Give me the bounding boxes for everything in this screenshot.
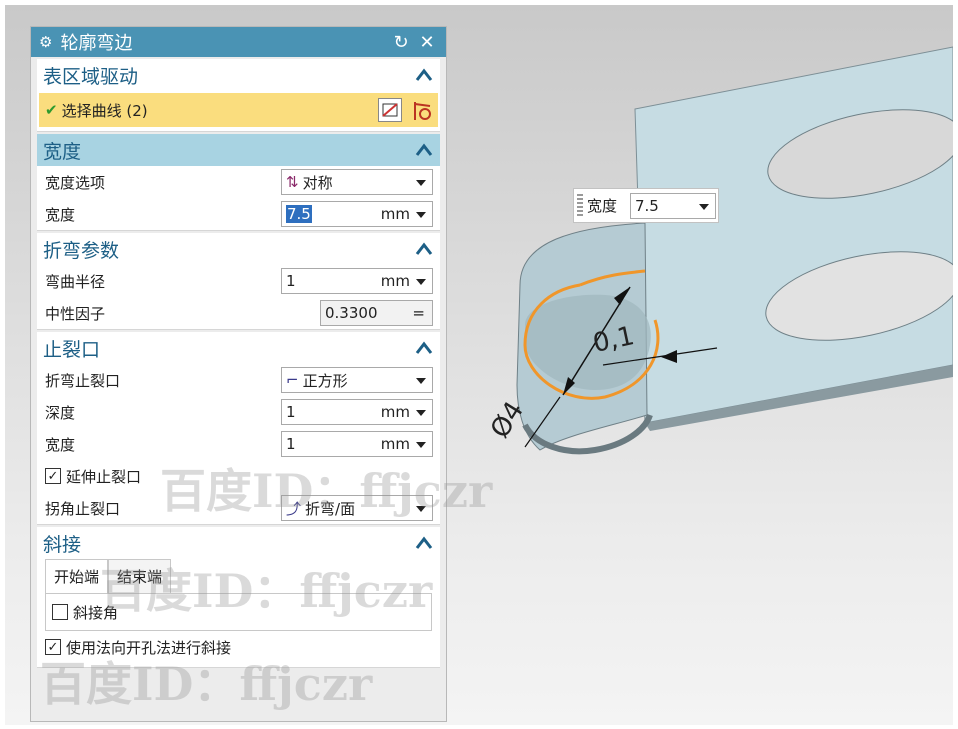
chevron-down-icon[interactable] <box>416 180 426 186</box>
section-width-title: 宽度 <box>43 140 82 163</box>
bend-relief-dropdown[interactable]: ⌐ 正方形 <box>281 367 433 393</box>
contour-flange-dialog: ⚙ 轮廓弯边 ↻ ✕ 表区域驱动 ✔ 选择曲线 (2) 宽度 宽度选项 ⇅ 对称… <box>30 26 447 722</box>
relief-width-unit: mm <box>380 435 410 453</box>
neutral-factor-input[interactable]: 0.3300 = <box>320 300 433 326</box>
section-relief: 止裂口 折弯止裂口 ⌐ 正方形 深度 1 mm 宽度 1 mm ✓ 延伸止裂口 … <box>37 332 440 525</box>
neutral-factor-label: 中性因子 <box>45 304 106 323</box>
collapse-icon[interactable] <box>414 67 434 83</box>
curve-icon[interactable] <box>410 98 434 122</box>
bend-relief-value: 正方形 <box>302 371 348 390</box>
section-miter-header[interactable]: 斜接 <box>37 527 440 559</box>
gear-icon[interactable]: ⚙ <box>39 33 52 51</box>
section-width-header[interactable]: 宽度 <box>37 134 440 166</box>
bend-radius-label: 弯曲半径 <box>45 272 106 291</box>
normal-cutout-checkbox[interactable]: ✓ <box>45 639 61 655</box>
corner-relief-dropdown[interactable]: ⤴ 折弯/面 <box>281 495 433 521</box>
collapse-icon[interactable] <box>414 340 434 356</box>
width-value-row: 宽度 7.5 mm <box>37 198 440 230</box>
tab-end[interactable]: 结束端 <box>108 559 172 593</box>
section-bend-header[interactable]: 折弯参数 <box>37 233 440 265</box>
symmetric-icon: ⇅ <box>286 173 299 191</box>
width-value: 7.5 <box>286 205 312 223</box>
relief-width-label: 宽度 <box>45 435 76 454</box>
relief-width-row: 宽度 1 mm <box>37 428 440 460</box>
width-input[interactable]: 7.5 mm <box>281 201 433 227</box>
collapse-icon[interactable] <box>414 241 434 257</box>
square-relief-icon: ⌐ <box>286 371 299 389</box>
collapse-icon[interactable] <box>414 142 434 158</box>
relief-depth-label: 深度 <box>45 403 76 422</box>
miter-tab-body: 斜接角 <box>45 593 432 631</box>
close-icon[interactable]: ✕ <box>416 32 438 53</box>
section-relief-title: 止裂口 <box>43 338 101 361</box>
neutral-factor-value: 0.3300 <box>325 304 378 322</box>
miter-angle-checkbox[interactable] <box>52 604 68 620</box>
select-curve-row[interactable]: ✔ 选择曲线 (2) <box>39 93 438 127</box>
section-bend: 折弯参数 弯曲半径 1 mm 中性因子 0.3300 = <box>37 233 440 330</box>
chevron-down-icon[interactable] <box>416 410 426 416</box>
bend-relief-label: 折弯止裂口 <box>45 371 121 390</box>
normal-cutout-label: 使用法向开孔法进行斜接 <box>66 638 232 657</box>
drag-grip-icon[interactable] <box>577 193 583 218</box>
relief-depth-input[interactable]: 1 mm <box>281 399 433 425</box>
corner-relief-row: 拐角止裂口 ⤴ 折弯/面 <box>37 492 440 524</box>
section-drive: 表区域驱动 ✔ 选择曲线 (2) <box>37 59 440 132</box>
equals-icon[interactable]: = <box>412 304 425 322</box>
section-drive-header[interactable]: 表区域驱动 <box>37 59 440 91</box>
section-drive-title: 表区域驱动 <box>43 65 139 88</box>
extend-relief-row[interactable]: ✓ 延伸止裂口 <box>37 460 440 492</box>
corner-relief-value: 折弯/面 <box>305 499 356 518</box>
reset-icon[interactable]: ↻ <box>390 32 412 53</box>
section-miter: 斜接 开始端 结束端 斜接角 ✓ 使用法向开孔法进行斜接 <box>37 527 440 668</box>
width-option-value: 对称 <box>302 173 333 192</box>
width-option-dropdown[interactable]: ⇅ 对称 <box>281 169 433 195</box>
relief-depth-row: 深度 1 mm <box>37 396 440 428</box>
floatbox-value: 7.5 <box>635 197 659 215</box>
bend-radius-input[interactable]: 1 mm <box>281 268 433 294</box>
neutral-factor-row: 中性因子 0.3300 = <box>37 297 440 329</box>
bend-radius-row: 弯曲半径 1 mm <box>37 265 440 297</box>
bend-radius-unit: mm <box>380 272 410 290</box>
chevron-down-icon[interactable] <box>699 204 709 210</box>
tab-start[interactable]: 开始端 <box>45 559 109 593</box>
section-bend-title: 折弯参数 <box>43 239 120 262</box>
extend-relief-checkbox[interactable]: ✓ <box>45 468 61 484</box>
relief-width-input[interactable]: 1 mm <box>281 431 433 457</box>
width-option-row: 宽度选项 ⇅ 对称 <box>37 166 440 198</box>
chevron-down-icon[interactable] <box>416 212 426 218</box>
section-miter-title: 斜接 <box>43 533 82 556</box>
chevron-down-icon[interactable] <box>416 279 426 285</box>
dialog-title: 轮廓弯边 <box>60 33 133 54</box>
normal-cutout-row[interactable]: ✓ 使用法向开孔法进行斜接 <box>37 631 440 663</box>
floatbox-value-field[interactable]: 7.5 <box>630 193 716 219</box>
miter-tabs: 开始端 结束端 <box>45 559 432 593</box>
relief-width-value: 1 <box>286 435 296 453</box>
collapse-icon[interactable] <box>414 535 434 551</box>
select-curve-label: 选择曲线 (2) <box>61 101 148 120</box>
extend-relief-label: 延伸止裂口 <box>66 467 142 486</box>
check-icon: ✔ <box>45 101 58 119</box>
bend-face-icon: ⤴ <box>286 499 302 518</box>
sketch-section-icon[interactable] <box>378 98 402 122</box>
chevron-down-icon[interactable] <box>416 442 426 448</box>
bend-relief-row: 折弯止裂口 ⌐ 正方形 <box>37 364 440 396</box>
miter-angle-label: 斜接角 <box>73 603 119 622</box>
width-onscreen-input[interactable]: 宽度 7.5 <box>573 188 719 223</box>
width-option-label: 宽度选项 <box>45 173 106 192</box>
dialog-titlebar[interactable]: ⚙ 轮廓弯边 ↻ ✕ <box>31 27 446 57</box>
relief-depth-unit: mm <box>380 403 410 421</box>
width-label: 宽度 <box>45 205 76 224</box>
relief-depth-value: 1 <box>286 403 296 421</box>
chevron-down-icon[interactable] <box>416 506 426 512</box>
corner-relief-label: 拐角止裂口 <box>45 499 121 518</box>
width-unit: mm <box>380 205 410 223</box>
chevron-down-icon[interactable] <box>416 378 426 384</box>
floatbox-label: 宽度 <box>587 197 618 215</box>
section-relief-header[interactable]: 止裂口 <box>37 332 440 364</box>
bend-radius-value: 1 <box>286 272 296 290</box>
section-width: 宽度 宽度选项 ⇅ 对称 宽度 7.5 mm <box>37 134 440 231</box>
